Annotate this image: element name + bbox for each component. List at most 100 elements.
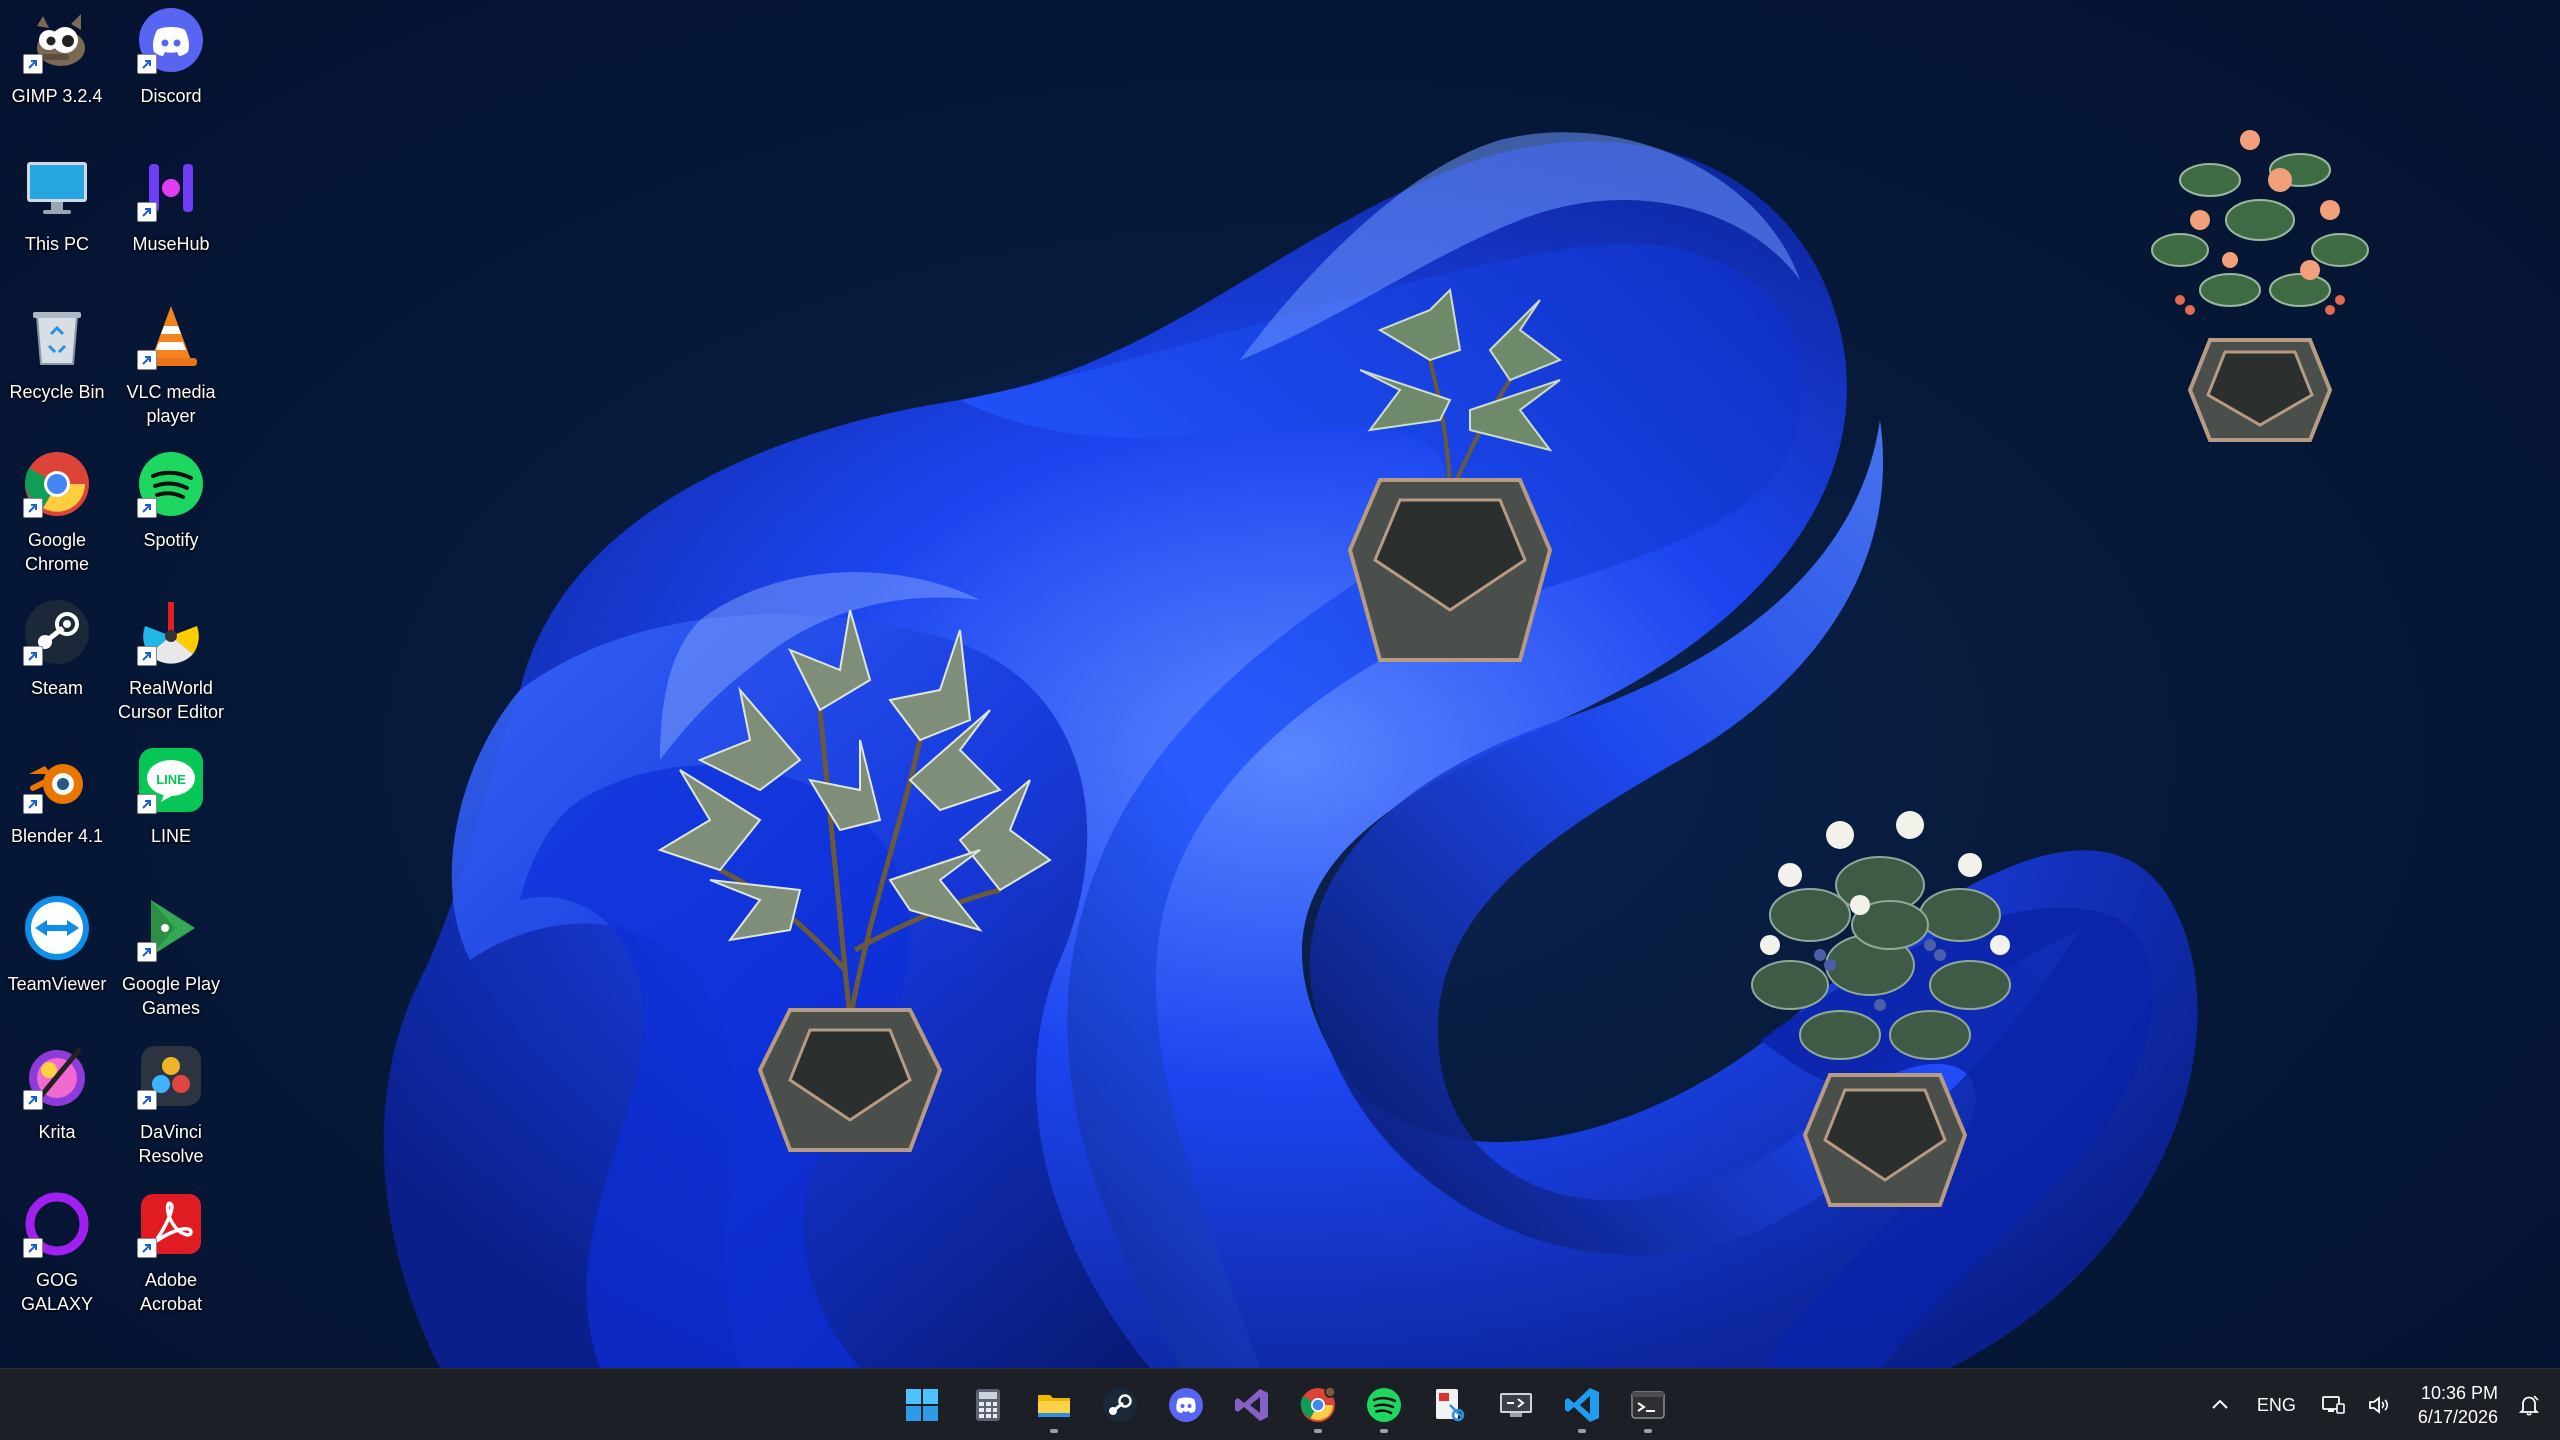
chrome-icon xyxy=(1300,1386,1336,1422)
desktop-icon-label: Google Play Games xyxy=(121,974,221,1018)
davinci-icon xyxy=(135,1040,207,1112)
gog-galaxy-icon xyxy=(21,1188,93,1260)
play-games-icon xyxy=(135,892,207,964)
taskbar-discord-button[interactable] xyxy=(1156,1375,1216,1435)
network-icon-button[interactable] xyxy=(2310,1369,2356,1440)
taskbar-spotify-button[interactable] xyxy=(1354,1375,1414,1435)
discord-icon xyxy=(135,4,207,76)
desktop-icon-label: Spotify xyxy=(143,530,199,550)
snipping-tool-icon xyxy=(1436,1389,1465,1422)
teamviewer-icon xyxy=(21,892,93,964)
line-icon: LINE xyxy=(135,744,207,816)
taskbar-terminal-button[interactable] xyxy=(1618,1375,1678,1435)
shortcut-arrow-icon xyxy=(23,1090,43,1110)
shortcut-arrow-icon xyxy=(137,202,157,222)
shortcut-arrow-icon xyxy=(137,646,157,666)
show-hidden-icons-button[interactable] xyxy=(2197,1369,2243,1440)
desktop-icon-blender[interactable]: Blender 4.1 xyxy=(0,744,114,848)
shortcut-arrow-icon xyxy=(23,646,43,666)
potted-plant-flowering-pink[interactable] xyxy=(2140,110,2380,455)
desktop[interactable]: GIMP 3.2.4 Discord This PC MuseHub Recyc… xyxy=(0,0,2560,1368)
monitor-icon xyxy=(21,152,93,224)
desktop-icon-label: This PC xyxy=(24,234,89,254)
shortcut-arrow-icon xyxy=(23,54,43,74)
shortcut-arrow-icon xyxy=(137,498,157,518)
svg-text:LINE: LINE xyxy=(156,772,186,787)
desktop-icon-vlc[interactable]: VLC media player xyxy=(114,300,228,428)
taskbar-visual-studio-button[interactable] xyxy=(1222,1375,1282,1435)
taskbar-vscode-button[interactable] xyxy=(1552,1375,1612,1435)
desktop-icon-spotify[interactable]: Spotify xyxy=(114,448,228,552)
desktop-icon-label: Blender 4.1 xyxy=(10,826,104,846)
desktop-icon-this-pc[interactable]: This PC xyxy=(0,152,114,256)
running-indicator xyxy=(1050,1429,1058,1433)
windows-start-icon xyxy=(906,1389,938,1421)
desktop-icon-steam[interactable]: Steam xyxy=(0,596,114,700)
shortcut-arrow-icon xyxy=(137,942,157,962)
shortcut-arrow-icon xyxy=(137,54,157,74)
spotify-icon xyxy=(1367,1388,1401,1422)
krita-icon xyxy=(21,1040,93,1112)
desktop-icon-label: Krita xyxy=(38,1122,76,1142)
potted-plant-small[interactable] xyxy=(1340,287,1580,685)
speaker-icon xyxy=(2369,1396,2388,1414)
desktop-icon-gimp[interactable]: GIMP 3.2.4 xyxy=(0,4,114,108)
running-indicator xyxy=(1578,1429,1586,1433)
shortcut-arrow-icon xyxy=(137,1090,157,1110)
shortcut-arrow-icon xyxy=(137,794,157,814)
taskbar-snipping-tool-button[interactable] xyxy=(1420,1375,1480,1435)
potted-plant-large[interactable] xyxy=(640,590,1060,1215)
notification-bell-icon xyxy=(2518,1395,2540,1416)
desktop-icon-play-games[interactable]: Google Play Games xyxy=(114,892,228,1020)
taskbar-app-list xyxy=(892,1369,1678,1440)
vscode-icon xyxy=(1565,1388,1599,1422)
network-monitor-icon xyxy=(2322,1396,2345,1414)
volume-icon-button[interactable] xyxy=(2356,1369,2402,1440)
gimp-icon xyxy=(21,4,93,76)
desktop-icon-line[interactable]: LINE LINE xyxy=(114,744,228,848)
taskbar-remote-desktop-button[interactable] xyxy=(1486,1375,1546,1435)
language-indicator[interactable]: ENG xyxy=(2243,1369,2310,1440)
desktop-icon-recycle-bin[interactable]: Recycle Bin xyxy=(0,300,114,404)
terminal-icon xyxy=(1631,1391,1665,1419)
steam-icon xyxy=(1103,1388,1137,1422)
desktop-icon-label: Google Chrome xyxy=(24,530,90,574)
desktop-icon-label: Steam xyxy=(30,678,84,698)
desktop-icon-label: DaVinci Resolve xyxy=(138,1122,204,1166)
clock-button[interactable]: 10:36 PM 6/17/2026 xyxy=(2402,1381,2512,1429)
desktop-icon-label: MuseHub xyxy=(132,234,210,254)
chrome-icon xyxy=(21,448,93,520)
clock-date: 6/17/2026 xyxy=(2417,1407,2498,1427)
taskbar-chrome-button[interactable] xyxy=(1288,1375,1348,1435)
shortcut-arrow-icon xyxy=(23,498,43,518)
recycle-bin-icon xyxy=(21,300,93,372)
desktop-icon-discord[interactable]: Discord xyxy=(114,4,228,108)
running-indicator xyxy=(1314,1429,1322,1433)
desktop-icon-davinci[interactable]: DaVinci Resolve xyxy=(114,1040,228,1168)
shortcut-arrow-icon xyxy=(137,350,157,370)
desktop-icon-chrome[interactable]: Google Chrome xyxy=(0,448,114,576)
desktop-icon-acrobat[interactable]: Adobe Acrobat xyxy=(114,1188,228,1316)
desktop-icon-musehub[interactable]: MuseHub xyxy=(114,152,228,256)
clock-time: 10:36 PM xyxy=(2420,1383,2498,1403)
potted-plant-flowering-white[interactable] xyxy=(1730,795,2040,1220)
taskbar-calculator-button[interactable] xyxy=(958,1375,1018,1435)
desktop-icon-realworld[interactable]: RealWorld Cursor Editor xyxy=(114,596,228,724)
running-indicator xyxy=(1644,1429,1652,1433)
musehub-icon xyxy=(135,152,207,224)
blender-icon xyxy=(21,744,93,816)
desktop-icon-teamviewer[interactable]: TeamViewer xyxy=(0,892,114,996)
steam-icon xyxy=(21,596,93,668)
shortcut-arrow-icon xyxy=(23,1238,43,1258)
taskbar-file-explorer-button[interactable] xyxy=(1024,1375,1084,1435)
desktop-icon-label: Discord xyxy=(140,86,202,106)
desktop-icon-krita[interactable]: Krita xyxy=(0,1040,114,1144)
realworld-icon xyxy=(135,596,207,668)
desktop-icon-label: GOG GALAXY xyxy=(20,1270,94,1314)
notifications-button[interactable] xyxy=(2512,1369,2560,1440)
taskbar-start-button[interactable] xyxy=(892,1375,952,1435)
desktop-icon-label: RealWorld Cursor Editor xyxy=(117,678,225,722)
taskbar-steam-button[interactable] xyxy=(1090,1375,1150,1435)
desktop-icon-gog-galaxy[interactable]: GOG GALAXY xyxy=(0,1188,114,1316)
visual-studio-icon xyxy=(1235,1389,1268,1421)
